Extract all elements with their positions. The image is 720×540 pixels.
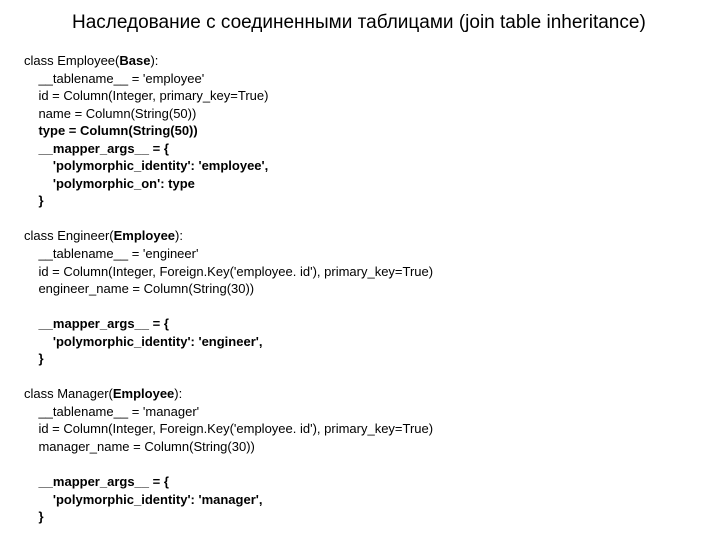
eng-class-decl-end: ): xyxy=(175,228,183,243)
mgr-poly-identity: 'polymorphic_identity': 'manager', xyxy=(24,492,262,507)
eng-mapper-close: } xyxy=(24,351,44,366)
emp-poly-identity: 'polymorphic_identity': 'employee', xyxy=(24,158,268,173)
eng-base-class: Employee xyxy=(114,228,175,243)
eng-name-col: engineer_name = Column(String(30)) xyxy=(24,281,254,296)
emp-class-decl-end: ): xyxy=(150,53,158,68)
eng-tablename: __tablename__ = 'engineer' xyxy=(24,246,198,261)
emp-class-decl: class Employee( xyxy=(24,53,119,68)
mgr-base-class: Employee xyxy=(113,386,174,401)
mgr-mapper-close: } xyxy=(24,509,44,524)
mgr-class-decl-end: ): xyxy=(174,386,182,401)
emp-type-col: type = Column(String(50)) xyxy=(24,123,198,138)
emp-name-col: name = Column(String(50)) xyxy=(24,106,196,121)
eng-id-col: id = Column(Integer, Foreign.Key('employ… xyxy=(24,264,433,279)
eng-mapper-open: __mapper_args__ = { xyxy=(24,316,169,331)
mgr-class-decl: class Manager( xyxy=(24,386,113,401)
eng-poly-identity: 'polymorphic_identity': 'engineer', xyxy=(24,334,262,349)
emp-mapper-close: } xyxy=(24,193,44,208)
mgr-id-col: id = Column(Integer, Foreign.Key('employ… xyxy=(24,421,433,436)
slide-title: Наследование с соединенными таблицами (j… xyxy=(24,12,696,34)
mgr-tablename: __tablename__ = 'manager' xyxy=(24,404,199,419)
code-block: class Employee(Base): __tablename__ = 'e… xyxy=(24,52,696,526)
emp-tablename: __tablename__ = 'employee' xyxy=(24,71,204,86)
mgr-name-col: manager_name = Column(String(30)) xyxy=(24,439,255,454)
mgr-mapper-open: __mapper_args__ = { xyxy=(24,474,169,489)
emp-base-class: Base xyxy=(119,53,150,68)
slide: Наследование с соединенными таблицами (j… xyxy=(0,0,720,540)
emp-mapper-open: __mapper_args__ = { xyxy=(24,141,169,156)
emp-id-col: id = Column(Integer, primary_key=True) xyxy=(24,88,268,103)
emp-poly-on: 'polymorphic_on': type xyxy=(24,176,195,191)
eng-class-decl: class Engineer( xyxy=(24,228,114,243)
